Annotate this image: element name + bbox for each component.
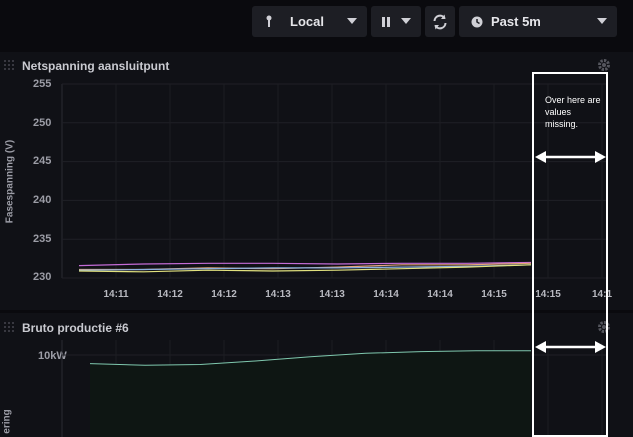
production-series	[89, 350, 531, 437]
arrow-head-left	[535, 341, 546, 353]
annotation-arrows	[535, 151, 606, 353]
voltage-gridlines	[61, 83, 606, 279]
chart-canvas	[61, 72, 608, 437]
voltage-series	[78, 261, 532, 273]
arrow-head-right	[595, 341, 606, 353]
production-area-fill	[90, 350, 531, 437]
missing-values-note: Over here are values missing.	[545, 95, 601, 129]
